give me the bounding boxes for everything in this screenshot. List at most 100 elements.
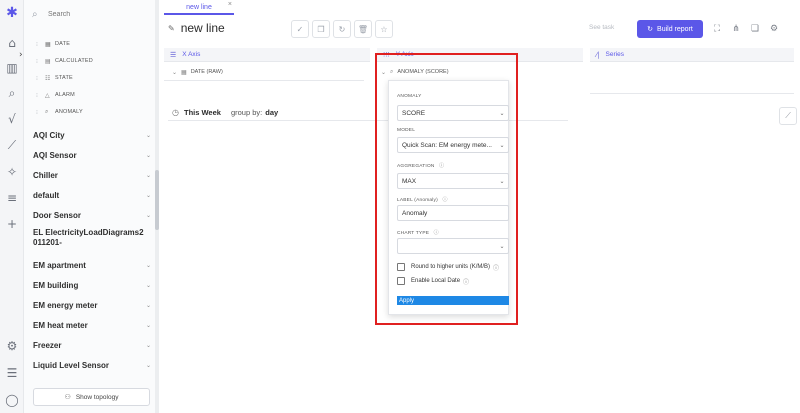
list-icon: ☰ (170, 50, 177, 59)
chevron-down-icon[interactable]: ⌄ (146, 212, 151, 219)
sub-item-anomaly[interactable]: ⁝ ⌕ ANOMALY (36, 106, 83, 118)
topology-icon: ⚇ (64, 393, 71, 401)
chevron-down-icon[interactable]: ⌄ (146, 152, 151, 159)
delete-button[interactable]: 🗑 (354, 20, 372, 38)
sliders-icon[interactable]: ☰ (5, 366, 19, 380)
sidebar-group-chiller[interactable]: Chiller ⌄ (33, 168, 151, 182)
app-root: ✱ ⌂ ▥ ⌕ √ ⟋ ✧ ≡ + ⚙ ☰ ◯ › ⌕ ⁝ ▦ DATE ⁝ ▤… (0, 0, 800, 413)
drag-handle-icon[interactable]: ⁝ (36, 41, 45, 48)
sidebar-group-aqi-city[interactable]: AQI City ⌄ (33, 128, 151, 142)
calendar-icon: ▦ (181, 68, 187, 76)
divider (590, 80, 794, 94)
sidebar-group-em-building[interactable]: EM building ⌄ (33, 278, 151, 292)
logo-icon[interactable]: ✱ (5, 6, 19, 20)
search-icon: ⌕ (32, 8, 38, 20)
favorite-button[interactable]: ☆ (375, 20, 393, 38)
sidebar-group-freezer[interactable]: Freezer ⌄ (33, 338, 151, 352)
period-label[interactable]: This Week (184, 108, 221, 117)
chart-icon[interactable]: ▥ (5, 61, 19, 75)
build-report-button[interactable]: ↻ Build report (637, 20, 703, 38)
tab-new-line[interactable]: new line × (164, 1, 234, 15)
build-report-label: Build report (657, 25, 693, 33)
group-by-value[interactable]: day (265, 108, 278, 117)
toolbar: ✓ ❐ ↻ 🗑 ☆ (291, 20, 393, 38)
drag-handle-icon[interactable]: ⁝ (36, 58, 45, 65)
chevron-down-icon[interactable]: ⌄ (172, 69, 177, 76)
chevron-down-icon[interactable]: ⌄ (146, 262, 151, 269)
sub-item-calculated[interactable]: ⁝ ▤ CALCULATED (36, 55, 93, 67)
drag-handle-icon[interactable]: ⁝ (36, 109, 45, 116)
chevron-down-icon[interactable]: ⌄ (146, 132, 151, 139)
expand-icon[interactable]: › (19, 50, 29, 60)
series-label: Series (605, 51, 624, 58)
sidebar-group-el[interactable]: EL ElectricityLoadDiagrams2011201- (33, 228, 151, 252)
sidebar-group-em-heat-meter[interactable]: EM heat meter ⌄ (33, 318, 151, 332)
bell-icon: △ (45, 91, 50, 99)
calendar-icon: ▦ (45, 40, 51, 48)
home-icon[interactable]: ⌂ (5, 36, 19, 50)
chevron-down-icon[interactable]: ⌄ (146, 192, 151, 199)
drag-handle-icon[interactable]: ⁝ (36, 75, 45, 82)
series-icon: ⁄| (596, 50, 600, 59)
duplicate-icon[interactable]: ❏ (750, 23, 760, 35)
group-label: default (33, 190, 60, 200)
group-label: Door Sensor (33, 210, 82, 220)
sub-item-alarm[interactable]: ⁝ △ ALARM (36, 89, 75, 101)
close-icon[interactable]: × (228, 1, 232, 8)
trend-toggle-button[interactable]: ⟋ (779, 107, 797, 125)
show-topology-button[interactable]: ⚇ Show topology (33, 388, 150, 406)
fullscreen-icon[interactable]: ⛶ (712, 23, 722, 35)
refresh-button[interactable]: ↻ (333, 20, 351, 38)
chevron-down-icon[interactable]: ⌄ (146, 342, 151, 349)
chevron-down-icon[interactable]: ⌄ (146, 322, 151, 329)
sidebar-group-liquid-level-sensor[interactable]: Liquid Level Sensor ⌄ (33, 358, 151, 372)
group-label: EM apartment (33, 260, 86, 270)
divider (164, 80, 364, 81)
sub-item-date[interactable]: ⁝ ▦ DATE (36, 38, 70, 50)
sub-item-label: STATE (55, 75, 73, 81)
trend-icon[interactable]: ⟋ (5, 138, 19, 152)
settings-icon[interactable]: ⚙ (5, 339, 19, 353)
sidebar-group-aqi-sensor[interactable]: AQI Sensor ⌄ (33, 148, 151, 162)
chevron-down-icon[interactable]: ⌄ (146, 362, 151, 369)
sidebar-group-em-apartment[interactable]: EM apartment ⌄ (33, 258, 151, 272)
sub-item-state[interactable]: ⁝ ☷ STATE (36, 72, 73, 84)
search-input[interactable] (48, 10, 148, 18)
search-icon[interactable]: ⌕ (5, 86, 19, 100)
sidebar-group-door-sensor[interactable]: Door Sensor ⌄ (33, 208, 151, 222)
sidebar-group-default[interactable]: default ⌄ (33, 188, 151, 202)
sub-item-label: DATE (55, 41, 71, 47)
group-by-label: group by: (230, 108, 263, 117)
sidebar: › ⌕ ⁝ ▦ DATE ⁝ ▤ CALCULATED ⁝ ☷ STATE ⁝ … (19, 0, 159, 413)
chevron-down-icon[interactable]: ⌄ (146, 302, 151, 309)
sidebar-group-em-energy-meter[interactable]: EM energy meter ⌄ (33, 298, 151, 312)
menu-icon[interactable]: ≡ (5, 191, 19, 205)
see-task-link[interactable]: See task (589, 24, 614, 31)
pencil-icon[interactable]: ✎ (168, 24, 175, 33)
plus-icon[interactable]: + (5, 217, 19, 231)
group-label: EL ElectricityLoadDiagrams2011201- (33, 228, 144, 247)
chevron-down-icon[interactable]: ⌄ (146, 282, 151, 289)
x-axis-field-label: DATE (RAW) (190, 69, 223, 75)
chevron-down-icon[interactable]: ⌄ (146, 172, 151, 179)
share-icon[interactable]: ⋔ (731, 23, 741, 35)
range-row[interactable]: ◷ This Week group by: day (172, 108, 278, 117)
check-button[interactable]: ✓ (291, 20, 309, 38)
series-header[interactable]: ⁄| Series (590, 48, 794, 62)
drag-handle-icon[interactable]: ⁝ (36, 92, 45, 99)
x-axis-field[interactable]: ⌄ ▦ DATE (RAW) (172, 67, 223, 77)
copy-button[interactable]: ❐ (312, 20, 330, 38)
page-title[interactable]: new line (181, 21, 225, 35)
group-label: EM heat meter (33, 320, 88, 330)
tab-label: new line (186, 3, 212, 11)
sub-item-label: ANOMALY (55, 109, 83, 115)
refresh-icon: ↻ (647, 25, 654, 33)
magnifier-icon: ⌕ (45, 108, 49, 115)
x-axis-header[interactable]: ☰ X Axis (164, 48, 370, 62)
sparkle-icon[interactable]: ✧ (5, 165, 19, 179)
gear-icon[interactable]: ⚙ (769, 23, 779, 35)
table-icon: ▤ (45, 57, 51, 65)
highlight-box (375, 53, 518, 325)
user-icon[interactable]: ◯ (5, 393, 19, 407)
formula-icon[interactable]: √ (5, 112, 19, 126)
